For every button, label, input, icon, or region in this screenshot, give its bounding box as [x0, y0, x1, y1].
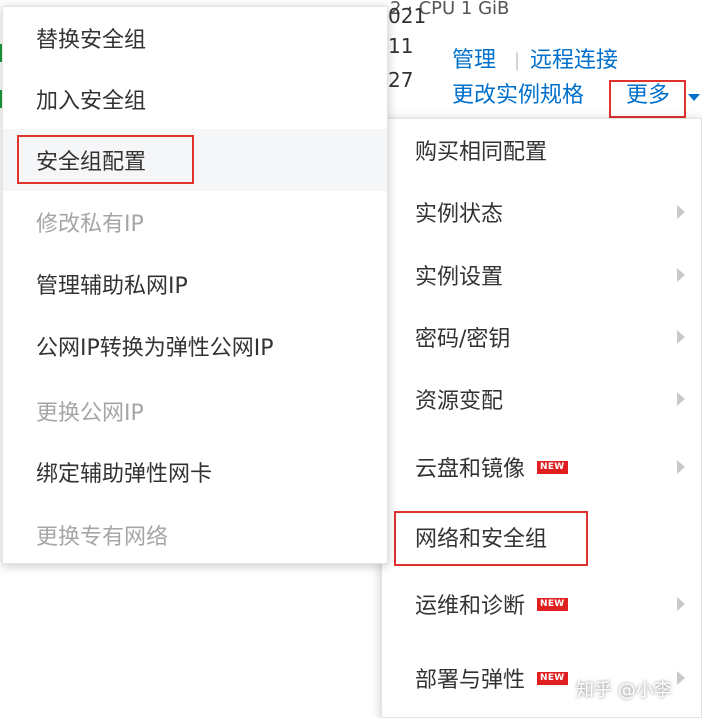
- new-badge: NEW: [537, 671, 568, 685]
- background-cell: 11: [388, 34, 414, 58]
- network-security-submenu: 替换安全组 加入安全组 安全组配置 修改私有IP 管理辅助私网IP 公网IP转换…: [2, 6, 388, 564]
- menu-item-label: 公网IP转换为弹性公网IP: [36, 336, 274, 361]
- new-badge: NEW: [537, 460, 568, 474]
- menu-item-modify-private-ip: 修改私有IP: [3, 191, 387, 253]
- menu-item-secondary-private-ip[interactable]: 管理辅助私网IP: [3, 253, 387, 315]
- menu-item-convert-eip[interactable]: 公网IP转换为弹性公网IP: [3, 315, 387, 377]
- menu-item-label: 更换公网IP: [36, 401, 144, 426]
- menu-item-label: 更换专有网络: [36, 525, 169, 550]
- sg-config-highlight: [17, 135, 194, 184]
- network-security-highlight: [394, 511, 588, 566]
- divider: |: [514, 50, 521, 71]
- menu-item-instance-status[interactable]: 实例状态: [382, 181, 701, 243]
- chevron-right-icon: [677, 392, 685, 406]
- menu-item-replace-sg[interactable]: 替换安全组: [3, 7, 387, 69]
- new-badge: NEW: [537, 597, 568, 611]
- chevron-right-icon: [677, 460, 685, 474]
- menu-item-instance-settings[interactable]: 实例设置: [382, 244, 701, 306]
- chevron-right-icon: [677, 205, 685, 219]
- menu-item-label: 实例状态: [415, 202, 504, 227]
- menu-item-label: 资源变配: [415, 389, 504, 414]
- menu-item-change-vpc: 更换专有网络: [3, 504, 387, 566]
- caret-down-icon[interactable]: [688, 94, 700, 101]
- chevron-right-icon: [677, 330, 685, 344]
- menu-item-bind-eni[interactable]: 绑定辅助弹性网卡: [3, 441, 387, 503]
- menu-item-label: 密码/密钥: [415, 327, 511, 352]
- menu-item-label: 绑定辅助弹性网卡: [36, 462, 213, 487]
- menu-item-password-key[interactable]: 密码/密钥: [382, 306, 701, 368]
- menu-item-change-public-ip: 更换公网IP: [3, 380, 387, 442]
- background-cell: 27: [388, 68, 414, 92]
- menu-item-label: 运维和诊断: [415, 594, 526, 619]
- menu-item-join-sg[interactable]: 加入安全组: [3, 68, 387, 130]
- menu-item-label: 云盘和镜像: [415, 457, 526, 482]
- menu-item-label: 替换安全组: [36, 28, 147, 53]
- menu-item-resource-change[interactable]: 资源变配: [382, 368, 701, 430]
- menu-item-label: 修改私有IP: [36, 212, 144, 237]
- remote-connect-link[interactable]: 远程连接: [530, 50, 618, 72]
- chevron-right-icon: [677, 268, 685, 282]
- menu-item-label: 加入安全组: [36, 89, 147, 114]
- more-highlight: [609, 80, 686, 118]
- background-cell: 021: [388, 4, 427, 28]
- chevron-right-icon: [677, 671, 685, 685]
- menu-item-label: 实例设置: [415, 265, 504, 290]
- chevron-right-icon: [677, 597, 685, 611]
- menu-item-ops-diagnose[interactable]: 运维和诊断 NEW: [382, 573, 701, 635]
- more-dropdown-menu: 购买相同配置 实例状态 实例设置 密码/密钥 资源变配 云盘和镜像 NEW 网络…: [381, 118, 702, 718]
- menu-item-label: 购买相同配置: [415, 140, 548, 165]
- menu-item-buy-same[interactable]: 购买相同配置: [382, 119, 701, 181]
- manage-link[interactable]: 管理: [452, 50, 496, 72]
- menu-item-label: 管理辅助私网IP: [36, 274, 188, 299]
- change-spec-link[interactable]: 更改实例规格: [452, 85, 584, 107]
- menu-item-label: 部署与弹性: [415, 668, 526, 693]
- watermark: 知乎 @小李: [576, 680, 672, 701]
- menu-item-disk-image[interactable]: 云盘和镜像 NEW: [382, 436, 701, 498]
